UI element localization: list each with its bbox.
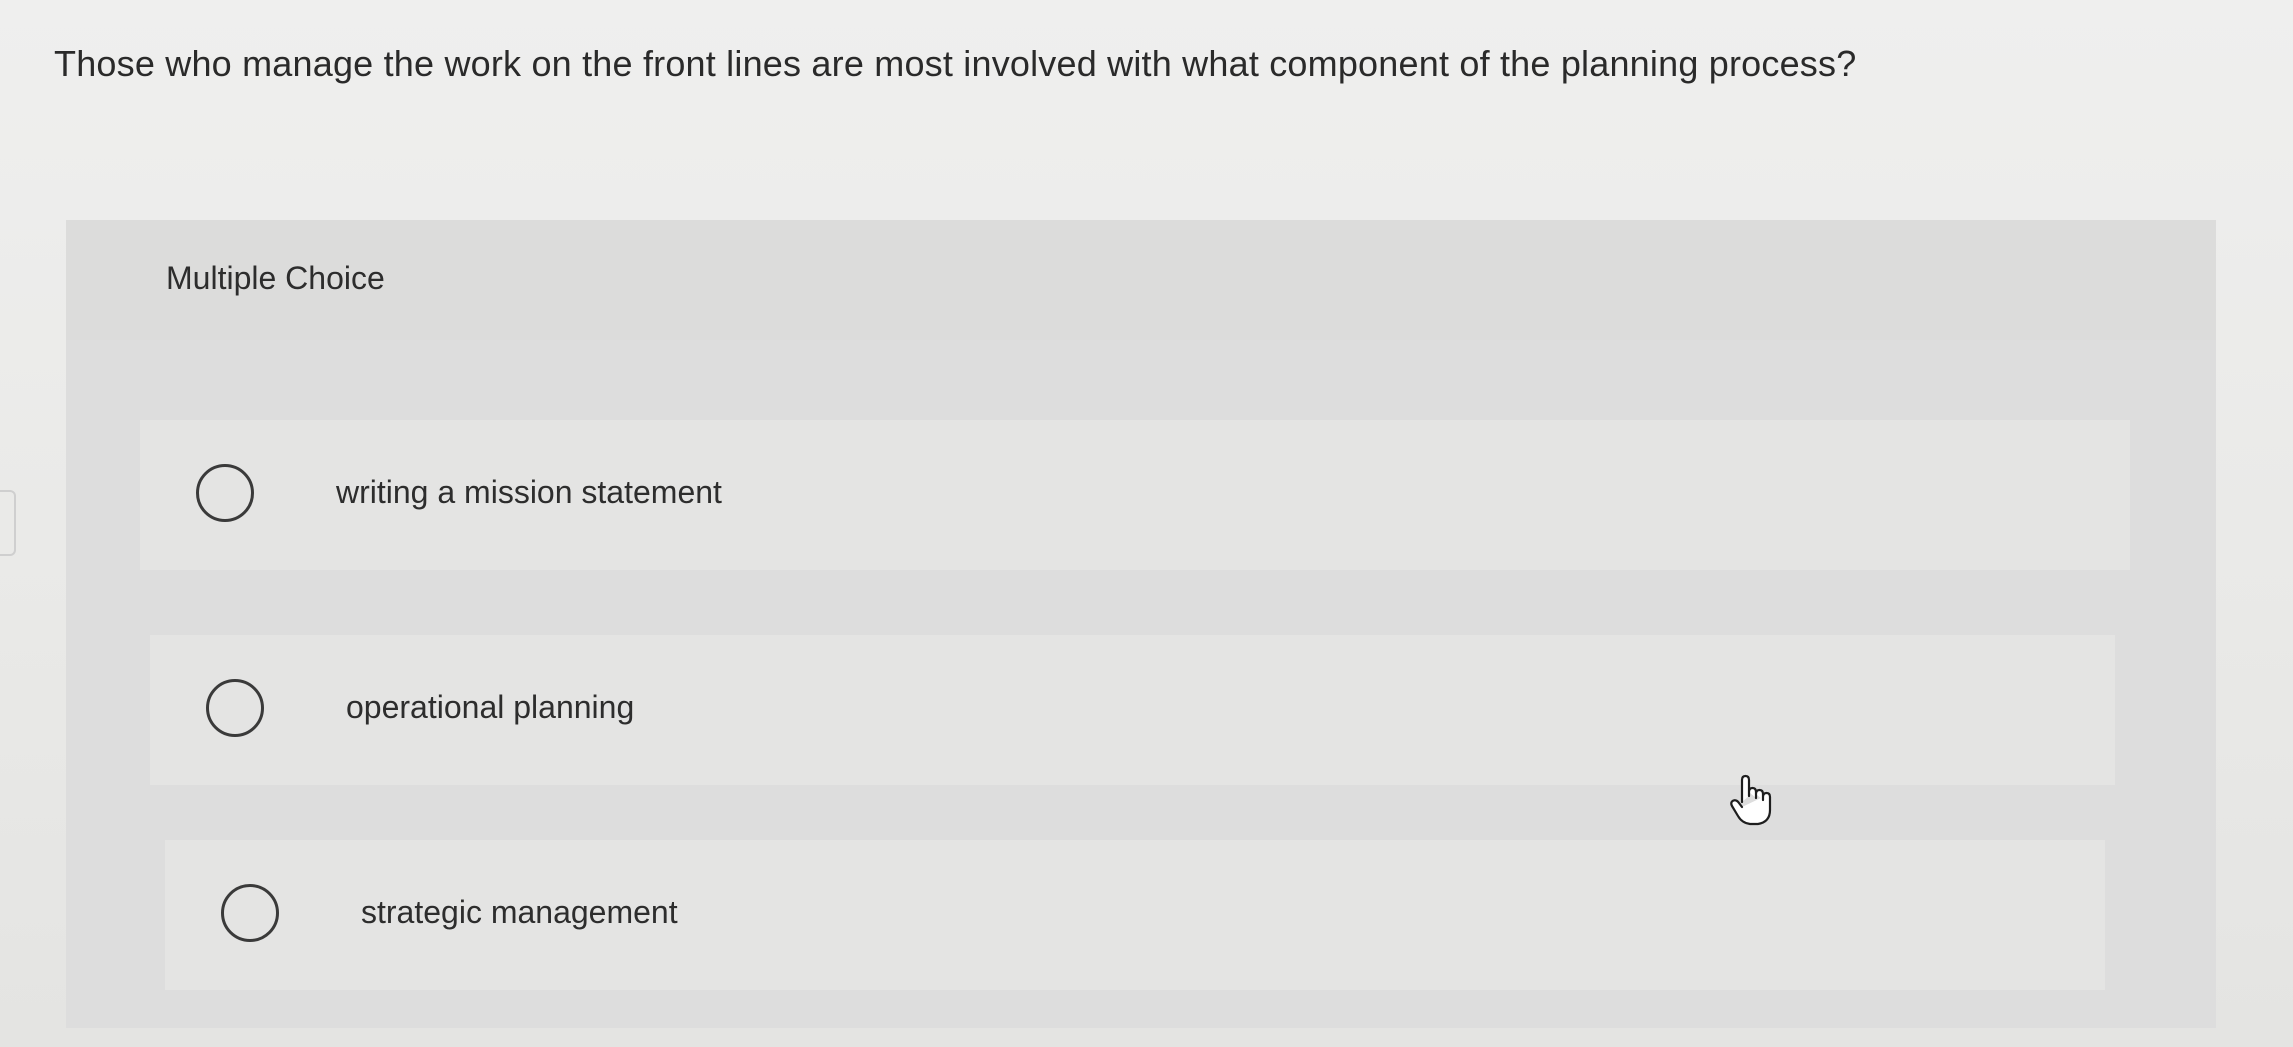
quiz-page: Those who manage the work on the front l… — [0, 0, 2293, 1047]
question-text: Those who manage the work on the front l… — [54, 43, 1857, 84]
multiple-choice-label: Multiple Choice — [166, 260, 385, 296]
radio-button-3[interactable] — [221, 884, 279, 942]
radio-button-2[interactable] — [206, 679, 264, 737]
answer-option-label: strategic management — [361, 894, 678, 930]
hand-pointer-cursor-icon — [1730, 774, 1772, 826]
answer-option-2[interactable]: operational planning — [150, 635, 2115, 785]
multiple-choice-header: Multiple Choice — [66, 220, 2216, 340]
answer-option-label: operational planning — [346, 689, 635, 725]
answer-option-label: writing a mission statement — [336, 474, 722, 510]
radio-button-1[interactable] — [196, 464, 254, 522]
answer-option-3[interactable]: strategic management — [165, 840, 2105, 990]
answer-option-1[interactable]: writing a mission statement — [140, 420, 2130, 570]
left-edge-tab — [0, 490, 16, 556]
